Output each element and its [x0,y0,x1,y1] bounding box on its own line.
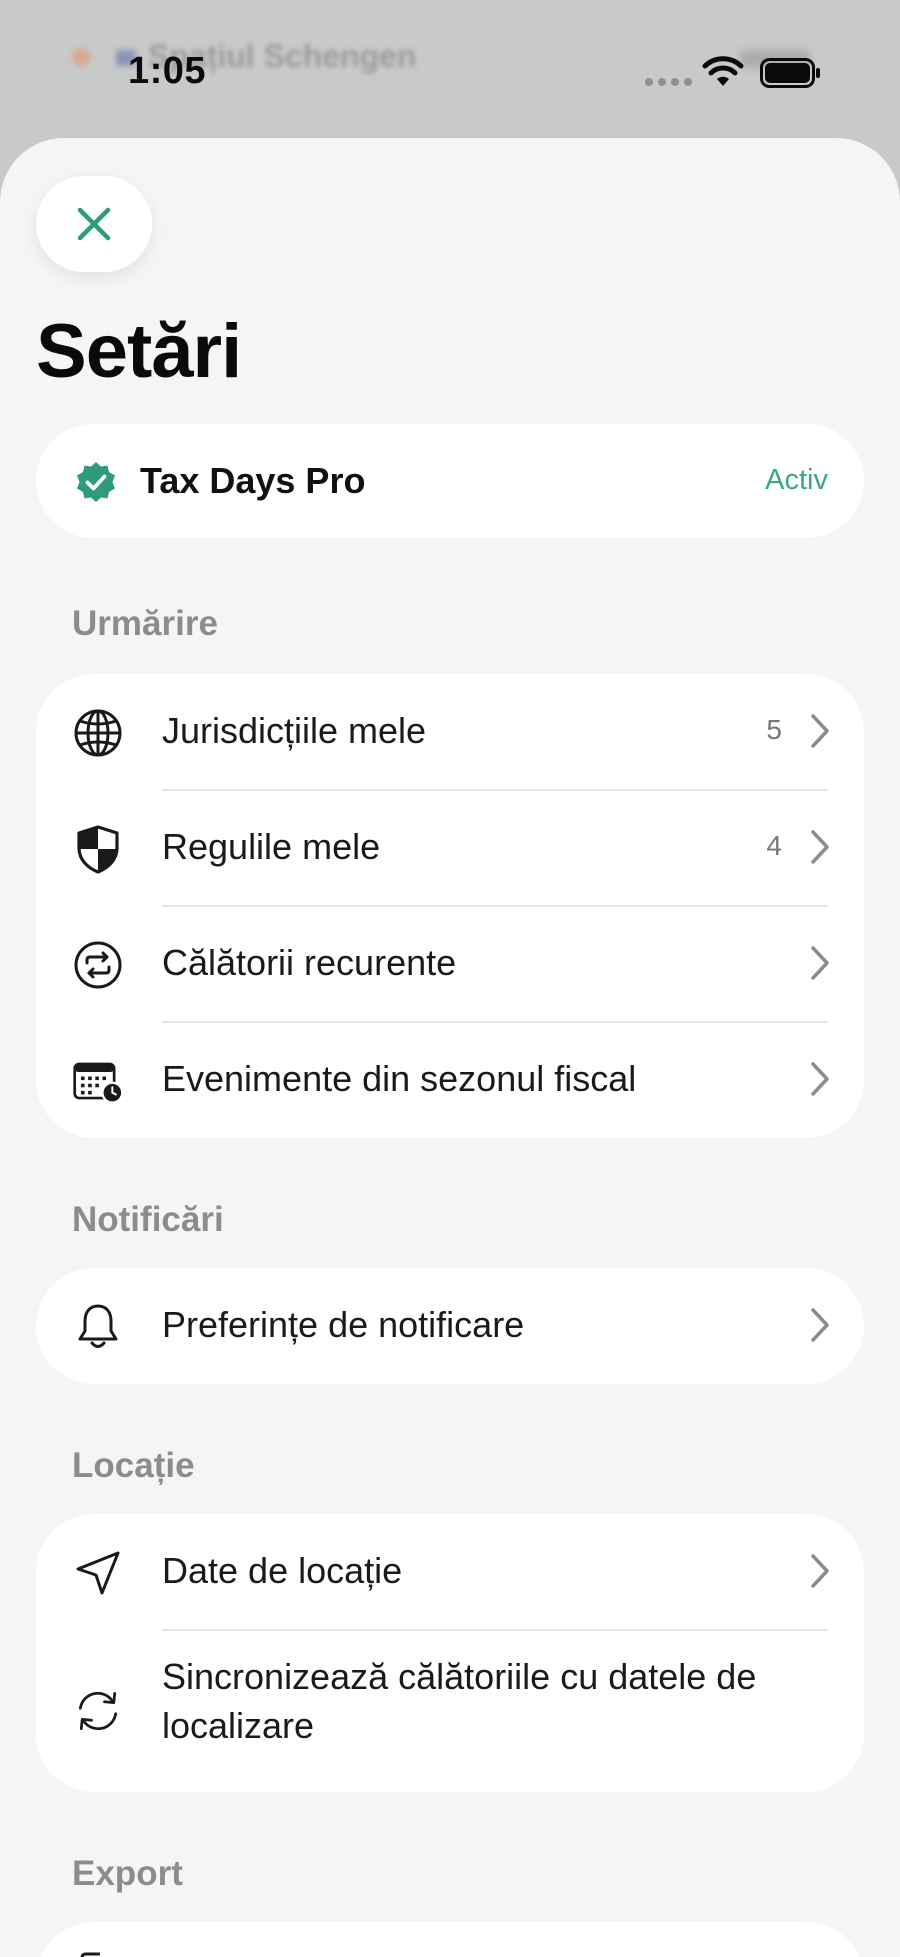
row-label: Călătorii recurente [162,942,457,983]
chevron-right-icon [811,1554,829,1588]
row-rules[interactable]: Regulile mele 4 [36,790,864,906]
row-label: Regulile mele [162,826,381,867]
pro-name: Tax Days Pro [140,460,366,501]
close-icon [77,207,111,241]
location-card: Date de locație Sincronizează călătoriil… [36,1514,864,1792]
chevron-right-icon [811,1308,829,1342]
row-recurring-trips[interactable]: Călătorii recurente [36,906,864,1022]
battery-icon [760,58,820,88]
count-badge: 5 [766,714,782,745]
chevron-right-icon [811,1062,829,1096]
section-header-tracking: Urmărire [72,604,218,643]
settings-sheet: Setări Tax Days Pro Activ Urmărire Juris… [0,138,900,1957]
row-label: Jurisdicțiile mele [162,710,427,751]
section-header-notifications: Notificări [72,1200,224,1239]
row-label: Sincronizează călătoriile cu datele de l… [162,1656,757,1746]
count-badge: 4 [766,830,782,861]
row-label: Preferințe de notificare [162,1304,525,1345]
location-arrow-icon [72,1547,124,1599]
row-label: Date de locație [162,1550,403,1591]
status-bar: 1:05 [0,0,900,140]
notifications-card: Preferințe de notificare [36,1268,864,1384]
chevron-right-icon [811,946,829,980]
row-notification-preferences[interactable]: Preferințe de notificare [36,1268,864,1384]
export-card [36,1922,864,1957]
page-title: Setări [36,309,242,394]
status-time: 1:05 [128,50,207,92]
tracking-card: Jurisdicțiile mele 5 Regulile mele 4 Căl… [36,674,864,1138]
pro-status-label: Activ [765,464,828,496]
sync-icon [72,1685,124,1737]
row-tax-season-events[interactable]: Evenimente din sezonul fiscal [36,1022,864,1138]
row-sync-trips[interactable]: Sincronizează călătoriile cu datele de l… [36,1630,864,1792]
row-label: Evenimente din sezonul fiscal [162,1058,637,1099]
document-icon [80,1952,100,1957]
wifi-icon [702,56,744,86]
pro-subscription-card[interactable]: Tax Days Pro Activ [36,424,864,538]
verified-badge-icon [77,462,115,502]
calendar-clock-icon [72,1055,124,1107]
globe-icon [72,707,124,759]
section-header-export: Export [72,1854,183,1893]
bell-icon [72,1301,124,1353]
row-location-data[interactable]: Date de locație [36,1514,864,1630]
chevron-right-icon [811,714,829,748]
section-header-location: Locație [72,1446,195,1485]
repeat-icon [72,939,124,991]
chevron-right-icon [811,830,829,864]
row-jurisdictions[interactable]: Jurisdicțiile mele 5 [36,674,864,790]
shield-icon [72,823,124,875]
cellular-signal-icon [645,78,692,86]
close-button[interactable] [36,176,152,272]
